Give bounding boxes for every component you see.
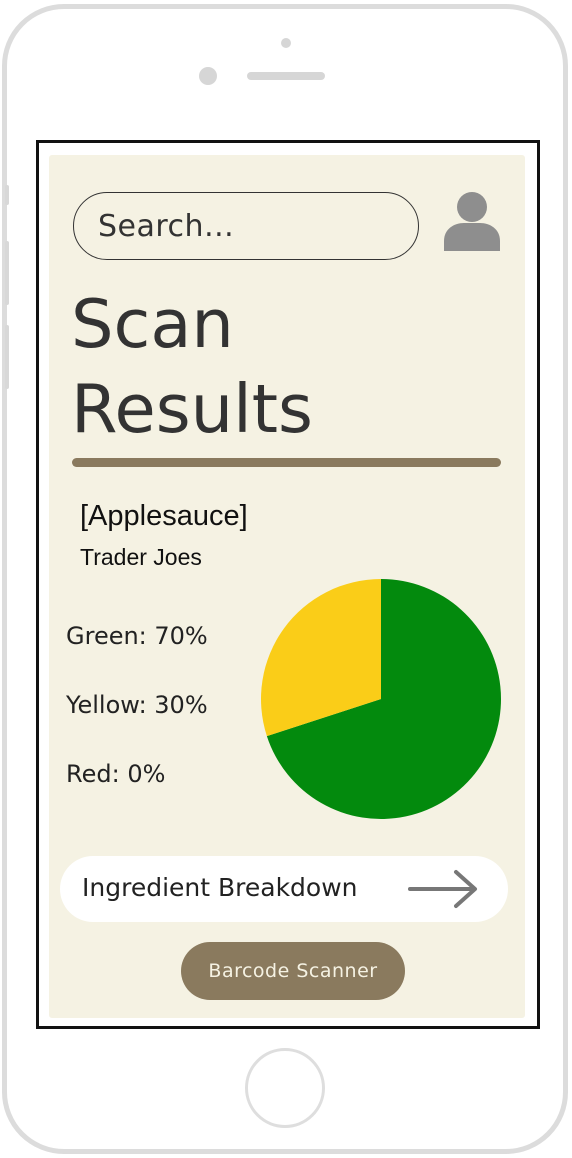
home-button[interactable] (245, 1048, 325, 1128)
search-bar[interactable]: Search... (73, 192, 419, 260)
ingredient-breakdown-button[interactable]: Ingredient Breakdown (60, 856, 508, 922)
product-name: [Applesauce] (80, 500, 248, 532)
proximity-sensor (199, 67, 217, 85)
product-brand: Trader Joes (80, 544, 202, 570)
page-title-line-1: Scan (71, 285, 234, 363)
page-title-line-2: Results (71, 370, 313, 448)
title-divider (72, 458, 501, 467)
arrow-right-icon (408, 870, 477, 908)
volume-up-button (5, 241, 9, 305)
stat-yellow: Yellow: 30% (66, 691, 208, 719)
mute-switch (5, 185, 9, 205)
front-camera (281, 38, 291, 48)
earpiece-speaker (247, 72, 325, 80)
volume-down-button (5, 325, 9, 389)
page-title: Scan Results (71, 282, 491, 452)
search-input[interactable]: Search... (98, 209, 234, 244)
score-pie-chart (261, 579, 501, 819)
stat-red: Red: 0% (66, 760, 166, 788)
stat-green: Green: 70% (66, 622, 208, 650)
barcode-scanner-label: Barcode Scanner (208, 960, 378, 982)
barcode-scanner-button[interactable]: Barcode Scanner (181, 942, 405, 1000)
ingredient-breakdown-label: Ingredient Breakdown (82, 873, 358, 902)
user-avatar-icon[interactable] (442, 189, 502, 251)
